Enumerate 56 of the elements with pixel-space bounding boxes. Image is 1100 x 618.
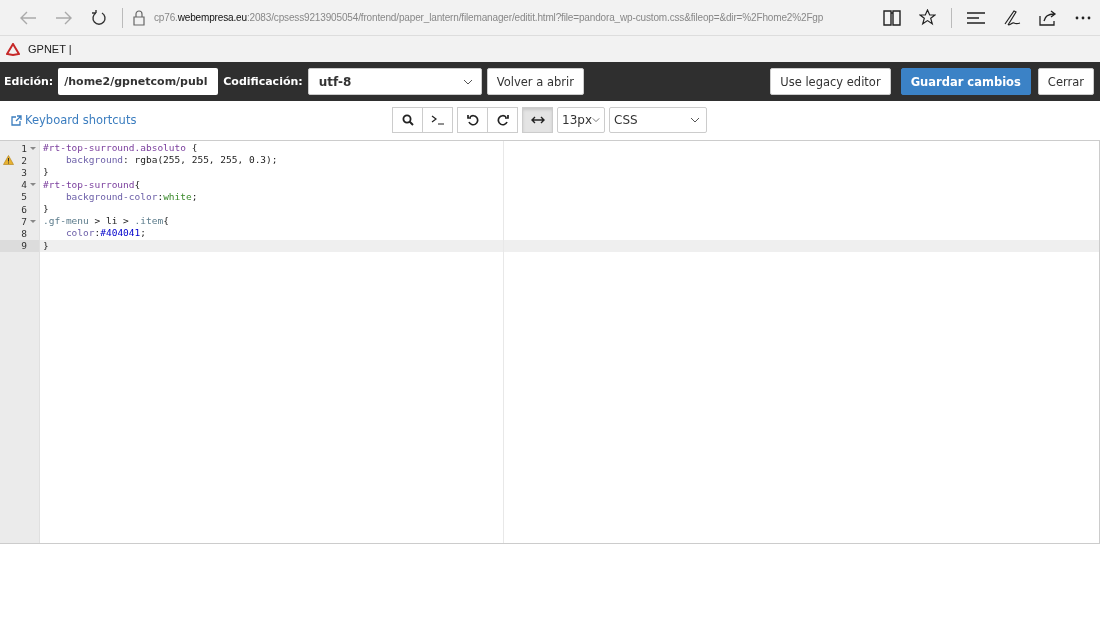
close-button[interactable]: Cerrar <box>1037 68 1094 95</box>
redo-button[interactable] <box>487 107 518 133</box>
line-number: 4 <box>21 179 27 191</box>
code-line: } <box>43 166 49 178</box>
line-number: 1 <box>21 142 27 154</box>
edit-label: Edición: <box>4 75 54 88</box>
save-button[interactable]: Guardar cambios <box>900 68 1031 95</box>
code-line: background: rgba(255, 255, 255, 0.3); <box>64 154 278 166</box>
search-button[interactable] <box>392 107 423 133</box>
terminal-icon <box>430 115 445 125</box>
line-number: 7 <box>21 215 27 227</box>
fold-arrow-icon[interactable] <box>30 218 36 224</box>
horizontal-arrow-button[interactable] <box>522 107 553 133</box>
font-size-select[interactable]: 13px <box>557 107 605 133</box>
external-link-icon <box>11 114 22 126</box>
reopen-button[interactable]: Volver a abrir <box>486 68 584 95</box>
chevron-icon <box>462 78 473 85</box>
line-number: 6 <box>21 203 27 215</box>
star-icon[interactable] <box>919 9 936 26</box>
redo-icon <box>496 114 509 126</box>
lock-icon <box>133 9 145 26</box>
mode-select[interactable]: CSS <box>609 107 707 133</box>
code-line: #rt-top-surround.absoluto { <box>43 142 198 153</box>
encoding-label: Codificación: <box>223 75 303 88</box>
search-icon <box>401 114 414 126</box>
path-field[interactable]: /home2/gpnetcom/publ <box>58 68 219 95</box>
keyboard-shortcuts-link[interactable]: Keyboard shortcuts <box>11 113 137 127</box>
code-line: } <box>43 239 49 251</box>
chevron-icon <box>690 117 700 123</box>
fold-arrow-icon[interactable] <box>30 182 36 188</box>
code-line: color:#404041; <box>64 227 146 239</box>
refresh-icon[interactable] <box>91 9 107 26</box>
line-number: 9 <box>21 240 27 252</box>
line-number: 8 <box>21 227 27 239</box>
pen-icon[interactable] <box>1003 8 1021 27</box>
undo-icon <box>466 114 479 126</box>
horizontal-arrow-icon <box>530 116 545 124</box>
code-line: background-color:white; <box>64 190 198 202</box>
encoding-select[interactable]: utf-8 <box>307 68 482 95</box>
bookmark-link[interactable]: GPNET | <box>28 43 72 55</box>
legacy-editor-button[interactable]: Use legacy editor <box>770 68 891 95</box>
share-icon[interactable] <box>1039 9 1057 26</box>
line-number: 5 <box>21 191 27 203</box>
more-icon[interactable] <box>1075 15 1091 20</box>
line-number: 3 <box>21 166 27 178</box>
logo-icon <box>6 42 20 56</box>
address-url[interactable]: cp76.webempresa.eu:2083/cpsess9213905054/frontend/paper_lantern/filemanager/editit.html?file=pandora_wp-custom.css&fileop=&dir=%2Fhome2%2Fgp <box>154 12 866 23</box>
code-editor[interactable]: 1 2 3 4 5 6 7 8 9 #rt-top-surround.absoluto { background: rgba(255, 255, 255, 0.3); } #rt-top-surround{ background-color:white; } .gf-menu > li > .item{ color:#404041; } <box>0 140 1100 544</box>
fold-arrow-icon[interactable] <box>30 145 36 151</box>
book-icon[interactable] <box>883 9 901 26</box>
undo-button[interactable] <box>457 107 488 133</box>
code-line: #rt-top-surround{ <box>43 178 141 190</box>
line-number: 2 <box>21 154 27 166</box>
chevron-icon <box>592 117 600 123</box>
code-line: } <box>43 202 49 214</box>
code-line: .gf-menu > li > .item{ <box>43 215 169 227</box>
